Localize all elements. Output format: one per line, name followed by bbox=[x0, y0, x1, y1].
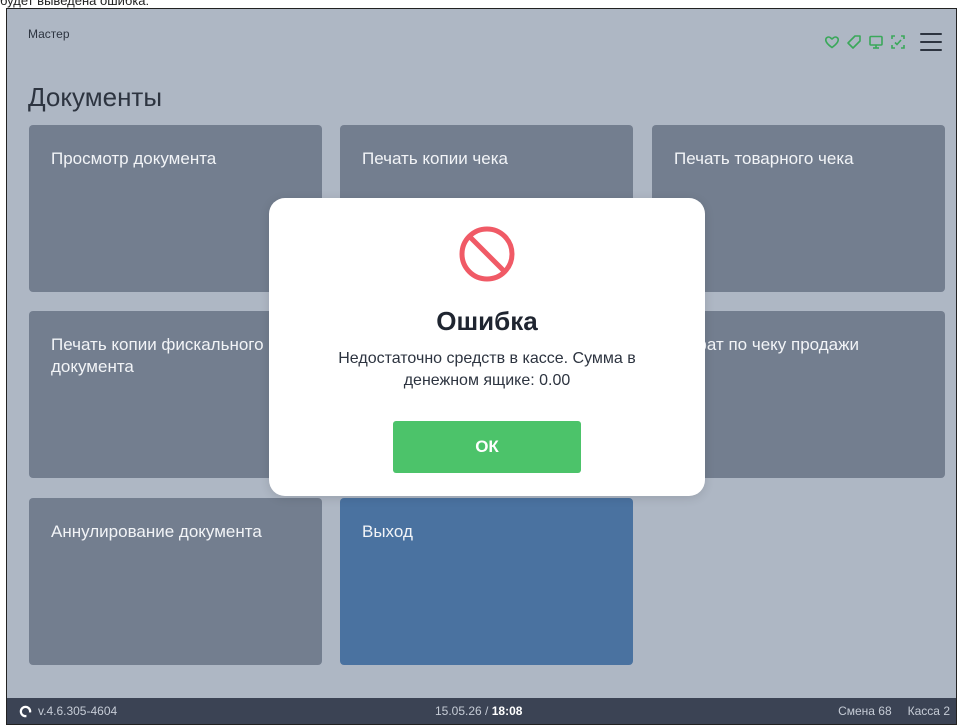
shift-text: Смена 68 bbox=[838, 704, 892, 718]
status-bar: v.4.6.305-4604 15.05.26 / 18:08 Смена 68… bbox=[7, 698, 956, 724]
dialog-title: Ошибка bbox=[436, 306, 538, 336]
hamburger-menu-icon[interactable] bbox=[920, 33, 942, 51]
heart-icon bbox=[824, 36, 840, 49]
monitor-icon bbox=[869, 35, 883, 49]
prohibited-icon bbox=[459, 226, 515, 282]
app-logo-icon bbox=[19, 705, 32, 718]
screenshot-frame: Мастер Документы Просмотр документа Печа… bbox=[6, 8, 957, 725]
time-text: 18:08 bbox=[491, 704, 523, 718]
shift-register: Смена 68 Касса 2 bbox=[838, 698, 950, 724]
app-screen: Мастер Документы Просмотр документа Печа… bbox=[7, 9, 956, 724]
dialog-message: Недостаточно средств в кассе. Сумма в де… bbox=[338, 350, 636, 389]
tile-cancel-document[interactable]: Аннулирование документа bbox=[29, 498, 322, 665]
page-caption: будет выведена ошибка: bbox=[0, 0, 150, 8]
error-dialog: Ошибка Недостаточно средств в кассе. Сум… bbox=[269, 198, 705, 496]
scanner-icon bbox=[891, 35, 905, 49]
ok-button[interactable]: ОК bbox=[393, 421, 581, 473]
register-text: Касса 2 bbox=[907, 704, 950, 718]
date-separator: / bbox=[481, 704, 492, 718]
status-icons bbox=[824, 33, 942, 51]
tag-icon bbox=[847, 35, 861, 49]
version-text: v.4.6.305-4604 bbox=[38, 704, 118, 718]
user-label: Мастер bbox=[28, 27, 70, 41]
version-info: v.4.6.305-4604 bbox=[19, 698, 117, 724]
date-time: 15.05.26 / 18:08 bbox=[435, 698, 522, 724]
date-text: 15.05.26 bbox=[435, 704, 482, 718]
tile-exit[interactable]: Выход bbox=[340, 498, 633, 665]
page-title: Документы bbox=[28, 82, 163, 112]
